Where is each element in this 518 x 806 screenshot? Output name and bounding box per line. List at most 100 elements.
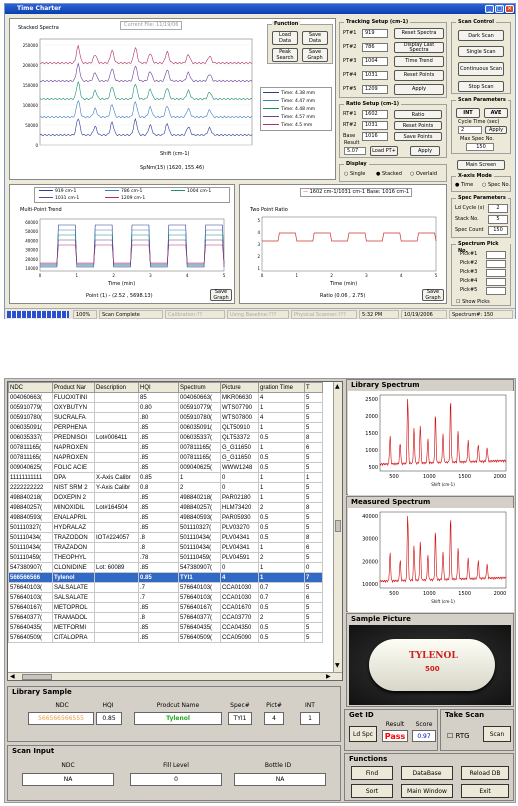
table-cell[interactable]: X-Axis Calibr — [94, 472, 139, 483]
ave-button[interactable]: AVE — [484, 108, 508, 118]
table-cell[interactable]: 5 — [304, 522, 323, 533]
table-cell[interactable]: 547380907( — [178, 562, 221, 573]
table-cell[interactable]: 0.5 — [258, 522, 305, 533]
table-cell[interactable]: DOXEPIN 2 — [52, 492, 95, 503]
table-row[interactable]: 009040625(FOLIC ACIE .85 009040625(WWW1248… — [8, 462, 323, 473]
table-cell[interactable]: 1 — [258, 442, 305, 453]
table-cell[interactable]: TRAZODON — [52, 532, 95, 543]
table-cell[interactable] — [94, 422, 139, 433]
tracking-action-button[interactable]: Reset Points — [394, 70, 444, 81]
table-cell[interactable]: 0.7 — [258, 592, 305, 603]
ratio-point-input[interactable]: 1016 — [362, 132, 388, 141]
table-cell[interactable] — [94, 402, 139, 413]
table-cell[interactable]: .85 — [138, 632, 179, 643]
table-cell[interactable]: 5 — [304, 422, 323, 433]
column-header[interactable]: Product Nar — [52, 382, 95, 393]
table-cell[interactable] — [94, 492, 139, 503]
table-cell[interactable] — [94, 542, 139, 553]
table-cell[interactable]: 576640103( — [8, 592, 53, 603]
table-cell[interactable]: 1 — [304, 472, 323, 483]
display-single-radio[interactable]: ○ Single — [344, 171, 365, 178]
single-scan-button[interactable]: Single Scan — [458, 46, 504, 57]
scroll-left-icon[interactable]: ◀ — [10, 673, 18, 680]
table-cell[interactable]: 1 — [258, 572, 305, 583]
table-cell[interactable]: CITALOPRA — [52, 632, 95, 643]
table-vscrollbar[interactable]: ▲ ▼ — [333, 382, 342, 672]
table-cell[interactable]: .85 — [138, 422, 179, 433]
show-picks-checkbox[interactable]: ☐ Show Picks — [456, 299, 490, 306]
table-cell[interactable]: 5 — [304, 602, 323, 613]
table-cell[interactable]: 1 — [258, 482, 305, 493]
cycle-apply-button[interactable]: Apply — [485, 126, 507, 134]
peak-search-button[interactable]: Peak Search — [272, 48, 298, 62]
table-cell[interactable]: Lot#006411 — [94, 432, 139, 443]
table-cell[interactable]: OXYBUTYN — [52, 402, 95, 413]
table-cell[interactable]: .85 — [138, 522, 179, 533]
si-bottle-input[interactable]: NA — [234, 773, 326, 786]
spec-param-input[interactable]: 2 — [488, 204, 508, 213]
table-row[interactable]: 006035091(PERPHENA .85 006035091(QLT50910 1… — [8, 422, 323, 433]
display-overlaid-radio[interactable]: ○ Overlaid — [410, 171, 437, 178]
table-cell[interactable]: 0.85 — [138, 472, 179, 483]
table-cell[interactable]: 0.5 — [258, 512, 305, 523]
table-row[interactable]: 576640435(METFORMI .85 576640435(CCA04350 0… — [8, 622, 323, 633]
table-cell[interactable]: G_G11650 — [220, 442, 259, 453]
table-cell[interactable]: Tylenol — [52, 572, 95, 583]
table-cell[interactable]: 501110434( — [178, 532, 221, 543]
reload-db-button[interactable]: Reload DB — [461, 766, 509, 780]
table-cell[interactable]: SALSALATE — [52, 582, 95, 593]
table-cell[interactable]: 1 — [258, 402, 305, 413]
table-cell[interactable]: 498840257( — [178, 502, 221, 513]
table-cell[interactable] — [94, 412, 139, 423]
table-cell[interactable]: .85 — [138, 622, 179, 633]
column-header[interactable]: Spectrum — [178, 382, 221, 393]
table-cell[interactable]: 5 — [304, 582, 323, 593]
table-cell[interactable]: 501110434( — [8, 532, 53, 543]
table-cell[interactable]: 0.5 — [258, 452, 305, 463]
table-cell[interactable]: NAPROXEN — [52, 452, 95, 463]
table-cell[interactable]: 2222222222 — [8, 482, 53, 493]
table-cell[interactable]: 0 — [220, 482, 259, 493]
column-header[interactable]: T — [304, 382, 323, 393]
table-cell[interactable]: 576640103( — [8, 582, 53, 593]
ratio-save-graph-button[interactable]: Save Graph — [422, 289, 444, 301]
table-cell[interactable]: 2 — [178, 482, 221, 493]
table-cell[interactable]: CCA03770 — [220, 612, 259, 623]
table-cell[interactable]: PAR02180 — [220, 492, 259, 503]
table-cell[interactable]: 006035091( — [178, 422, 221, 433]
table-cell[interactable]: 005910779( — [8, 402, 53, 413]
table-cell[interactable]: QLT50910 — [220, 422, 259, 433]
table-cell[interactable]: 2 — [258, 502, 305, 513]
table-cell[interactable]: 576640167( — [8, 602, 53, 613]
table-cell[interactable]: NAPROXEN — [52, 442, 95, 453]
table-cell[interactable] — [94, 442, 139, 453]
table-cell[interactable]: 1 — [258, 542, 305, 553]
spec-param-input[interactable]: 150 — [488, 226, 508, 235]
table-cell[interactable]: 5 — [304, 412, 323, 423]
table-cell[interactable]: 6 — [304, 592, 323, 603]
table-row[interactable]: 576640167(METOPROL .85 576640167(CCA01670 0… — [8, 602, 323, 613]
table-cell[interactable]: 0 — [220, 472, 259, 483]
table-cell[interactable]: 8 — [304, 532, 323, 543]
table-row[interactable]: 576640509(CITALOPRA .85 576640509(CCA05090… — [8, 632, 323, 643]
table-cell[interactable]: 5 — [304, 392, 323, 403]
table-cell[interactable]: 005910779( — [178, 402, 221, 413]
table-cell[interactable]: HYDRALAZ — [52, 522, 95, 533]
table-cell[interactable]: .85 — [138, 442, 179, 453]
ratio-point-input[interactable]: 1602 — [362, 110, 388, 119]
table-cell[interactable]: CCA01670 — [220, 602, 259, 613]
table-cell[interactable]: 576640509( — [8, 632, 53, 643]
table-cell[interactable]: 007811165( — [178, 452, 221, 463]
table-cell[interactable]: ENALAPRIL — [52, 512, 95, 523]
table-cell[interactable] — [94, 602, 139, 613]
table-cell[interactable]: PERPHENA — [52, 422, 95, 433]
table-cell[interactable]: 007811165( — [8, 442, 53, 453]
table-cell[interactable]: .7 — [138, 592, 179, 603]
table-cell[interactable]: 007811165( — [8, 452, 53, 463]
table-cell[interactable]: 501110459( — [178, 552, 221, 563]
column-header[interactable]: Picture — [220, 382, 259, 393]
table-cell[interactable] — [94, 572, 139, 583]
load-spectrum-button[interactable]: Ld Spc — [349, 726, 377, 742]
table-cell[interactable] — [94, 462, 139, 473]
table-cell[interactable]: 576640103( — [178, 582, 221, 593]
